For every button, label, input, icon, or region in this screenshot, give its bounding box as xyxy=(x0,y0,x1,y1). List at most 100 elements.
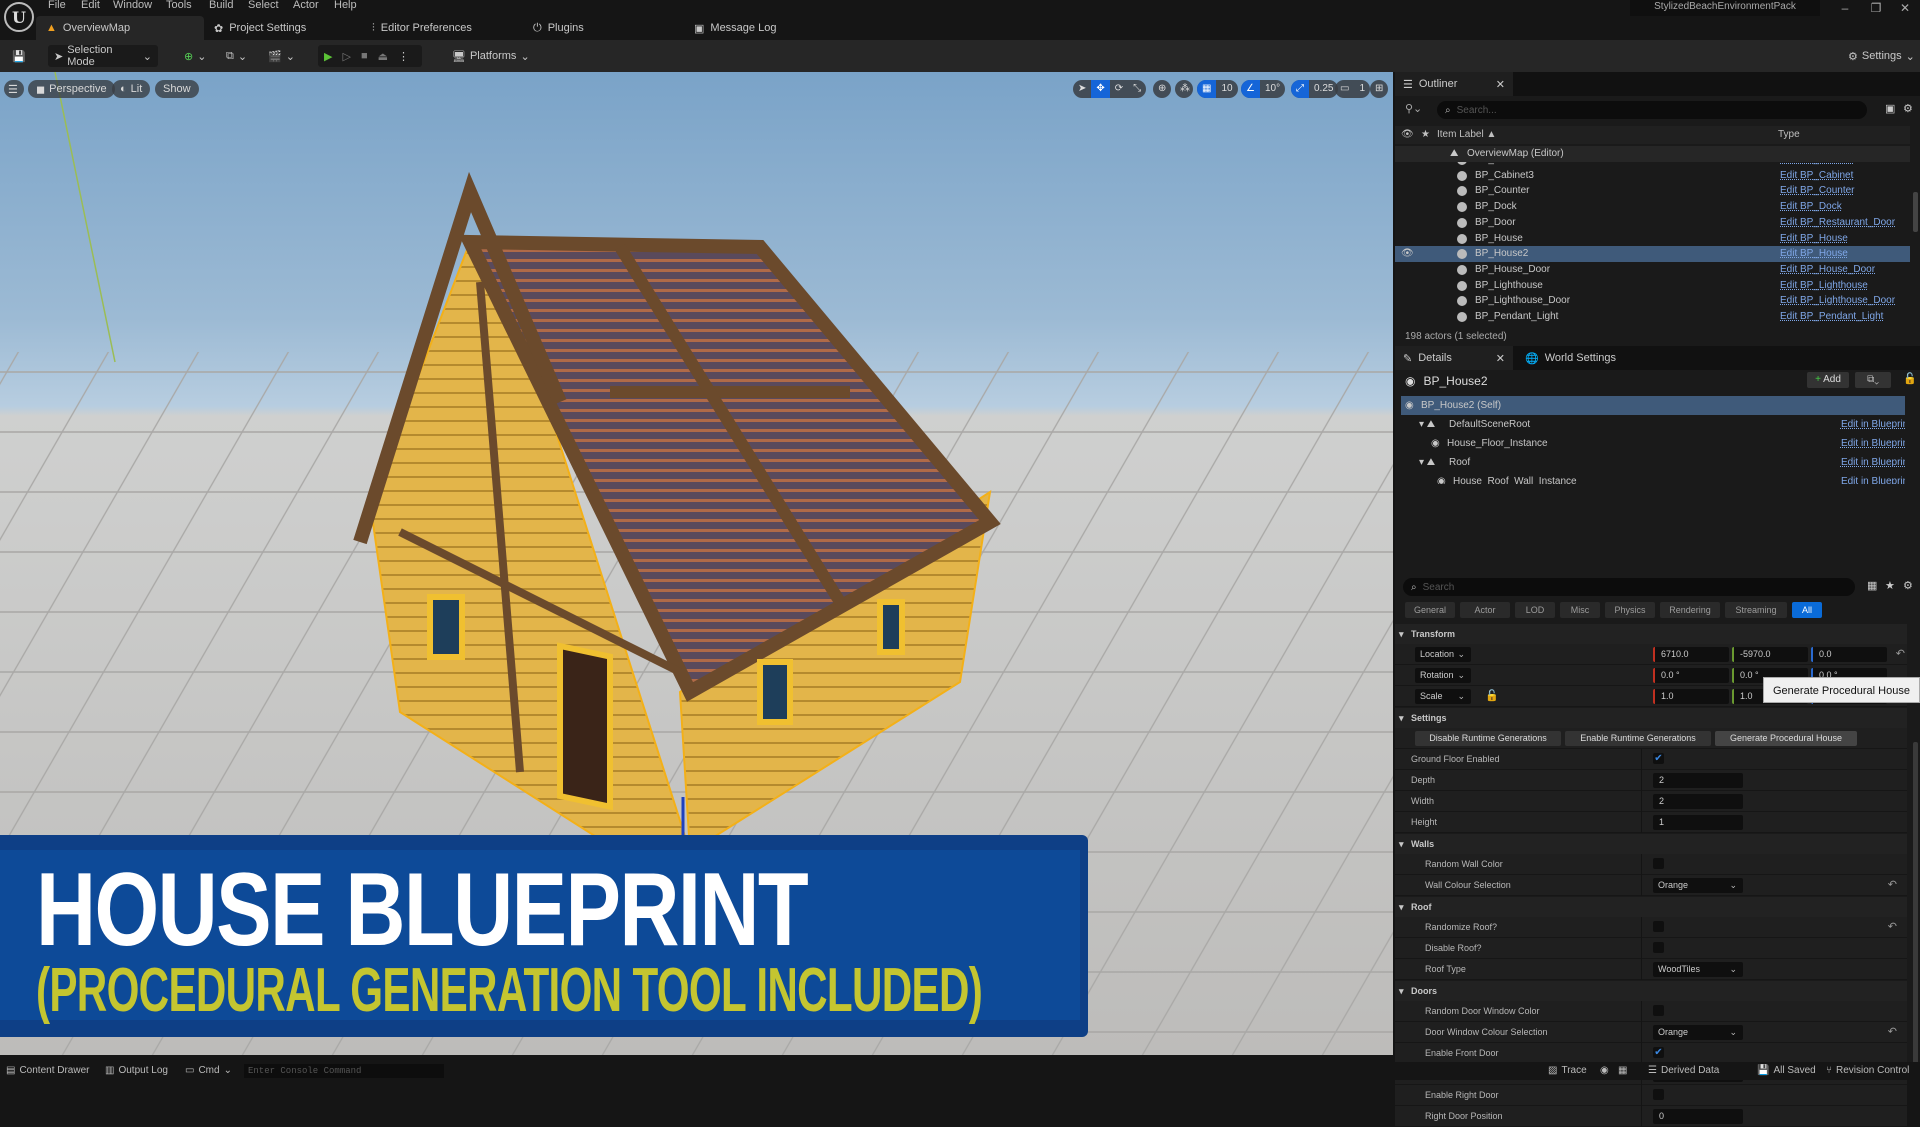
column-item-label[interactable]: Item Label ▲ xyxy=(1437,126,1496,144)
output-log-button[interactable]: ▥ Output Log xyxy=(105,1062,168,1080)
section-transform[interactable]: ▾ Transform xyxy=(1395,624,1907,644)
viewport-menu-button[interactable]: ☰ xyxy=(4,80,24,98)
close-icon[interactable]: ✕ xyxy=(1496,78,1505,91)
category-tab-lod[interactable]: LOD xyxy=(1515,602,1555,618)
record-icon[interactable]: ◉ xyxy=(1600,1062,1609,1080)
edit-in-blueprint-link[interactable]: Edit in Blueprint xyxy=(1841,415,1905,434)
category-tab-misc[interactable]: Misc xyxy=(1560,602,1600,618)
component-row[interactable]: ▾ ⛰ Roof Edit in Blueprint xyxy=(1401,453,1905,472)
star-icon[interactable]: ★ xyxy=(1421,126,1430,144)
lock-icon[interactable]: 🔓 xyxy=(1903,372,1917,385)
row-type-link[interactable]: Edit BP_Dock xyxy=(1780,199,1842,215)
close-icon[interactable]: ✕ xyxy=(1496,352,1505,365)
row-type-link[interactable]: Edit BP_Lighthouse xyxy=(1780,278,1868,294)
menu-file[interactable]: File xyxy=(48,0,66,12)
disable-runtime-generations-button[interactable]: Disable Runtime Generations xyxy=(1415,731,1561,746)
save-icon[interactable]: 💾 xyxy=(6,45,32,67)
scale-x[interactable]: 1.0 xyxy=(1653,689,1729,704)
section-roof[interactable]: ▾ Roof xyxy=(1395,897,1907,917)
enable-front-door-checkbox[interactable]: ✔ xyxy=(1653,1047,1664,1058)
rotation-snap[interactable]: ∠ 10° xyxy=(1241,80,1286,98)
details-scrollbar[interactable] xyxy=(1913,742,1918,1072)
disable-roof-checkbox[interactable] xyxy=(1653,942,1664,953)
tab-editor-preferences[interactable]: ⫶ Editor Preferences xyxy=(362,16,482,40)
reset-icon[interactable]: ↶ xyxy=(1888,878,1897,891)
outliner-search-input[interactable]: ⌕ Search... xyxy=(1437,101,1867,119)
right-door-position-input[interactable]: 0 xyxy=(1653,1109,1743,1124)
filter-icon[interactable]: ⚲⌄ xyxy=(1405,102,1422,115)
blueprint-button[interactable]: ⧉ ⌄ xyxy=(220,45,253,67)
gear-icon[interactable]: ⚙ xyxy=(1903,579,1913,592)
cmd-dropdown[interactable]: ▭ Cmd ⌄ xyxy=(185,1062,232,1080)
tab-overviewmap[interactable]: ▲ OverviewMap xyxy=(36,16,204,40)
enable-right-door-checkbox[interactable] xyxy=(1653,1089,1664,1100)
component-row[interactable]: ◉ House_Roof_Wall_Instance Edit in Bluepri… xyxy=(1401,472,1905,484)
trace-button[interactable]: ▨ Trace xyxy=(1548,1062,1587,1080)
lit-button[interactable]: ◐ Lit xyxy=(112,80,151,98)
all-saved-button[interactable]: 💾 All Saved xyxy=(1757,1062,1816,1080)
location-dropdown[interactable]: Location ⌄ xyxy=(1415,647,1471,662)
tab-world-settings[interactable]: 🌐 World Settings xyxy=(1517,346,1624,370)
random-wall-color-checkbox[interactable] xyxy=(1653,858,1664,869)
door-colour-dropdown[interactable]: Orange ⌄ xyxy=(1653,1025,1743,1040)
outliner-row[interactable]: BP_Counter Edit BP_Counter xyxy=(1395,183,1910,199)
insights-icon[interactable]: ▦ xyxy=(1618,1062,1627,1080)
row-type-link[interactable]: Edit BP_Cabinet xyxy=(1780,168,1853,184)
revision-control-button[interactable]: ⑂ Revision Control xyxy=(1826,1062,1909,1080)
location-x[interactable]: 6710.0 xyxy=(1653,647,1729,662)
edit-in-blueprint-link[interactable]: Edit in Blueprint xyxy=(1841,434,1905,453)
column-type[interactable]: Type xyxy=(1778,126,1800,144)
scale-dropdown[interactable]: Scale ⌄ xyxy=(1415,689,1471,704)
selection-mode-dropdown[interactable]: ➤ Selection Mode ⌄ xyxy=(48,44,158,68)
reset-icon[interactable]: ↶ xyxy=(1888,1025,1897,1038)
row-type-link[interactable]: Edit BP_Pendant_Light xyxy=(1780,309,1883,325)
play-icon[interactable]: ▶ xyxy=(324,50,332,63)
menu-build[interactable]: Build xyxy=(209,0,233,12)
cinematics-button[interactable]: 🎬 ⌄ xyxy=(262,45,301,67)
category-tab-general[interactable]: General xyxy=(1405,602,1455,618)
outliner-root-row[interactable]: ⛰ OverviewMap (Editor) xyxy=(1395,146,1910,162)
category-tab-streaming[interactable]: Streaming xyxy=(1725,602,1787,618)
category-tab-physics[interactable]: Physics xyxy=(1605,602,1655,618)
menu-tools[interactable]: Tools xyxy=(166,0,192,12)
translate-tool-icon[interactable]: ✥ xyxy=(1091,80,1110,98)
tab-plugins[interactable]: ⏻ Plugins xyxy=(523,16,594,40)
outliner-row[interactable]: 👁 BP_House2 Edit BP_House xyxy=(1395,246,1910,263)
minimize-icon[interactable]: – xyxy=(1830,0,1860,16)
ground-floor-checkbox[interactable]: ✔ xyxy=(1653,753,1664,764)
section-doors[interactable]: ▾ Doors xyxy=(1395,981,1907,1001)
gear-icon[interactable]: ⚙ xyxy=(1903,102,1913,115)
row-type-link[interactable]: Edit BP_House xyxy=(1780,246,1848,262)
component-row[interactable]: ▾ ⛰ DefaultSceneRoot Edit in Blueprint xyxy=(1401,415,1905,434)
section-walls[interactable]: ▾ Walls xyxy=(1395,834,1907,854)
eject-icon[interactable]: ⏏ xyxy=(378,50,388,63)
select-tool-icon[interactable]: ➤ xyxy=(1073,80,1091,98)
viewport-layout-button[interactable]: ⊞ xyxy=(1370,80,1388,98)
menu-edit[interactable]: Edit xyxy=(81,0,100,12)
edit-in-blueprint-link[interactable]: Edit in Blueprint xyxy=(1841,453,1905,472)
add-actor-button[interactable]: ⊕ ⌄ xyxy=(178,45,212,67)
outliner-row[interactable]: BP_Lighthouse_Door Edit BP_Lighthouse_Doo… xyxy=(1395,293,1910,309)
blueprint-options-button[interactable]: ⧉⌄ xyxy=(1855,372,1891,388)
category-tab-rendering[interactable]: Rendering xyxy=(1660,602,1720,618)
outliner-row[interactable]: BP_Door Edit BP_Restaurant_Door xyxy=(1395,215,1910,231)
menu-window[interactable]: Window xyxy=(113,0,152,12)
row-type-link[interactable]: Edit BP_House xyxy=(1780,231,1848,247)
outliner-row[interactable]: BP_Lighthouse Edit BP_Lighthouse xyxy=(1395,278,1910,294)
depth-input[interactable]: 2 xyxy=(1653,773,1743,788)
row-type-link[interactable]: Edit BP_Counter xyxy=(1780,183,1855,199)
maximize-icon[interactable]: ❐ xyxy=(1861,0,1891,16)
menu-actor[interactable]: Actor xyxy=(293,0,319,12)
console-input[interactable]: Enter Console Command xyxy=(244,1064,444,1078)
visibility-icon[interactable]: 👁 xyxy=(1401,246,1414,262)
show-button[interactable]: Show xyxy=(155,80,199,98)
close-icon[interactable]: ✕ xyxy=(1890,0,1920,16)
menu-select[interactable]: Select xyxy=(248,0,279,12)
outliner-scrollbar[interactable] xyxy=(1913,192,1918,232)
scale-snap[interactable]: ⤢ 0.25 xyxy=(1291,80,1339,98)
outliner-row[interactable]: BP_Dock Edit BP_Dock xyxy=(1395,199,1910,215)
rotation-x[interactable]: 0.0 ° xyxy=(1653,668,1729,683)
width-input[interactable]: 2 xyxy=(1653,794,1743,809)
outliner-list[interactable]: BP_Cabinet2Edit BP_CabinetBP_Cabinet3Edi… xyxy=(1395,152,1910,328)
settings-dropdown[interactable]: ⚙ Settings ⌄ xyxy=(1842,45,1920,67)
